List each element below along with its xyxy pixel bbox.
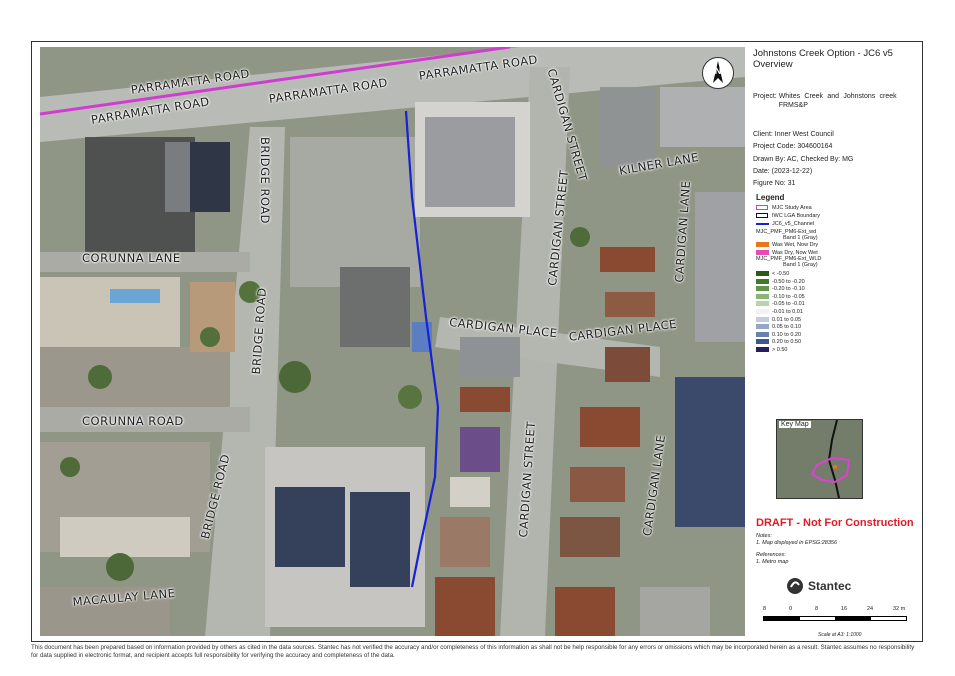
legend-wd-band: Band 1 (Gray) xyxy=(783,235,818,241)
notes-item: 1. Map displayed in EPSG:28356 xyxy=(756,540,838,546)
legend-wld-item-label: 0.20 to 0.50 xyxy=(772,339,802,346)
project-label: Project: xyxy=(753,93,777,100)
legend-wld-item-label: -0.01 to 0.01 xyxy=(772,309,803,315)
date: Date: (2023-12-22) xyxy=(753,168,813,175)
channel-swatch xyxy=(756,223,769,225)
legend-title: Legend xyxy=(756,193,785,202)
stantec-logo-icon xyxy=(787,578,803,594)
study-area-swatch xyxy=(756,205,768,210)
road-label-bridge-road: BRIDGE ROAD xyxy=(258,137,272,225)
legend-wd-item-label: Was Dry, Now Wet xyxy=(772,249,818,256)
legend-wld-item-swatch xyxy=(756,286,769,292)
scale-bar xyxy=(763,616,907,621)
legend-wd-item-swatch xyxy=(756,249,769,255)
legend-wld-item-swatch xyxy=(756,324,769,330)
legend-wld-item-label: -0.50 to -0.20 xyxy=(772,278,805,285)
key-map-image xyxy=(777,420,862,498)
legend-study-area: MJC Study Area xyxy=(772,205,812,211)
figure-number: Figure No: 31 xyxy=(753,180,796,187)
legend-wld-item-swatch xyxy=(756,331,769,337)
legend-wld-item-label: 0.10 to 0.20 xyxy=(772,331,802,338)
legend-wld-item-swatch xyxy=(756,316,769,322)
legend-wld-item-swatch xyxy=(756,339,769,345)
legend-wld-band: Band 1 (Gray) xyxy=(783,262,818,268)
draft-banner: DRAFT - Not For Construction xyxy=(756,517,914,529)
project-name: Whites Creek and Johnstons creek FRMS&P xyxy=(778,93,897,109)
disclaimer: This document has been prepared based on… xyxy=(31,644,915,659)
road-label-corunna-lane: CORUNNA LANE xyxy=(82,251,181,265)
legend-wld-item-label: -0.20 to -0.10 xyxy=(772,286,805,293)
legend-wld-item-swatch xyxy=(756,301,769,307)
project-code: Project Code: 304600164 xyxy=(753,143,833,150)
map-canvas[interactable]: PARRAMATTA ROAD PARRAMATTA ROAD PARRAMAT… xyxy=(40,47,745,636)
legend-wld-item-swatch xyxy=(756,278,769,284)
legend-wld-item-swatch xyxy=(756,271,769,276)
scale-note: Scale at A3: 1:1000 xyxy=(818,632,862,638)
legend-lga: IWC LGA Boundary xyxy=(772,213,820,219)
map-title: Johnstons Creek Option - JC6 v5 Overview xyxy=(753,48,893,70)
references-title: References: xyxy=(756,552,786,558)
stantec-logo: Stantec xyxy=(786,577,876,597)
legend-wld-item-label: < -0.50 xyxy=(772,271,790,277)
legend-wld-item-label: -0.10 to -0.05 xyxy=(772,293,805,300)
scale-tick-label: 0 xyxy=(789,606,793,612)
lga-swatch xyxy=(756,213,768,218)
logo-text: Stantec xyxy=(808,579,852,593)
north-arrow-icon: N xyxy=(702,57,734,89)
scale-tick-label: 32 m xyxy=(893,606,906,612)
project-info: Project: Whites Creek and Johnstons cree… xyxy=(753,92,916,110)
notes-title: Notes: xyxy=(756,533,772,539)
legend-wd-item-label: Was Wet, Now Dry xyxy=(772,242,819,248)
legend-wld-item-swatch xyxy=(756,293,769,299)
legend-wld-item-label: 0.05 to 0.10 xyxy=(772,324,802,331)
north-label: N xyxy=(714,66,722,76)
references-item: 1. Metro map xyxy=(756,559,789,565)
legend-wld-item-swatch xyxy=(756,347,769,352)
legend-wld-item-swatch xyxy=(756,309,769,314)
drawn-by: Drawn By: AC, Checked By: MG xyxy=(753,156,854,163)
scale-tick-label: 8 xyxy=(815,606,819,612)
aerial-imagery xyxy=(40,47,745,636)
scale-tick-label: 24 xyxy=(867,606,874,612)
key-map[interactable]: Key Map xyxy=(776,419,863,499)
scale-tick-label: 8 xyxy=(763,606,767,612)
legend-wld-item-label: -0.05 to -0.01 xyxy=(772,301,805,308)
road-label-corunna-road: CORUNNA ROAD xyxy=(82,414,184,428)
client: Client: Inner West Council xyxy=(753,131,834,138)
scale-tick-label: 16 xyxy=(841,606,848,612)
legend-wld-item-label: > 0.50 xyxy=(772,347,788,353)
legend-wd-item-swatch xyxy=(756,242,769,247)
key-map-label: Key Map xyxy=(779,421,811,428)
legend-wld-item-label: 0.01 to 0.05 xyxy=(772,316,802,323)
legend-channel: JC6_v5_Channel xyxy=(772,221,815,227)
